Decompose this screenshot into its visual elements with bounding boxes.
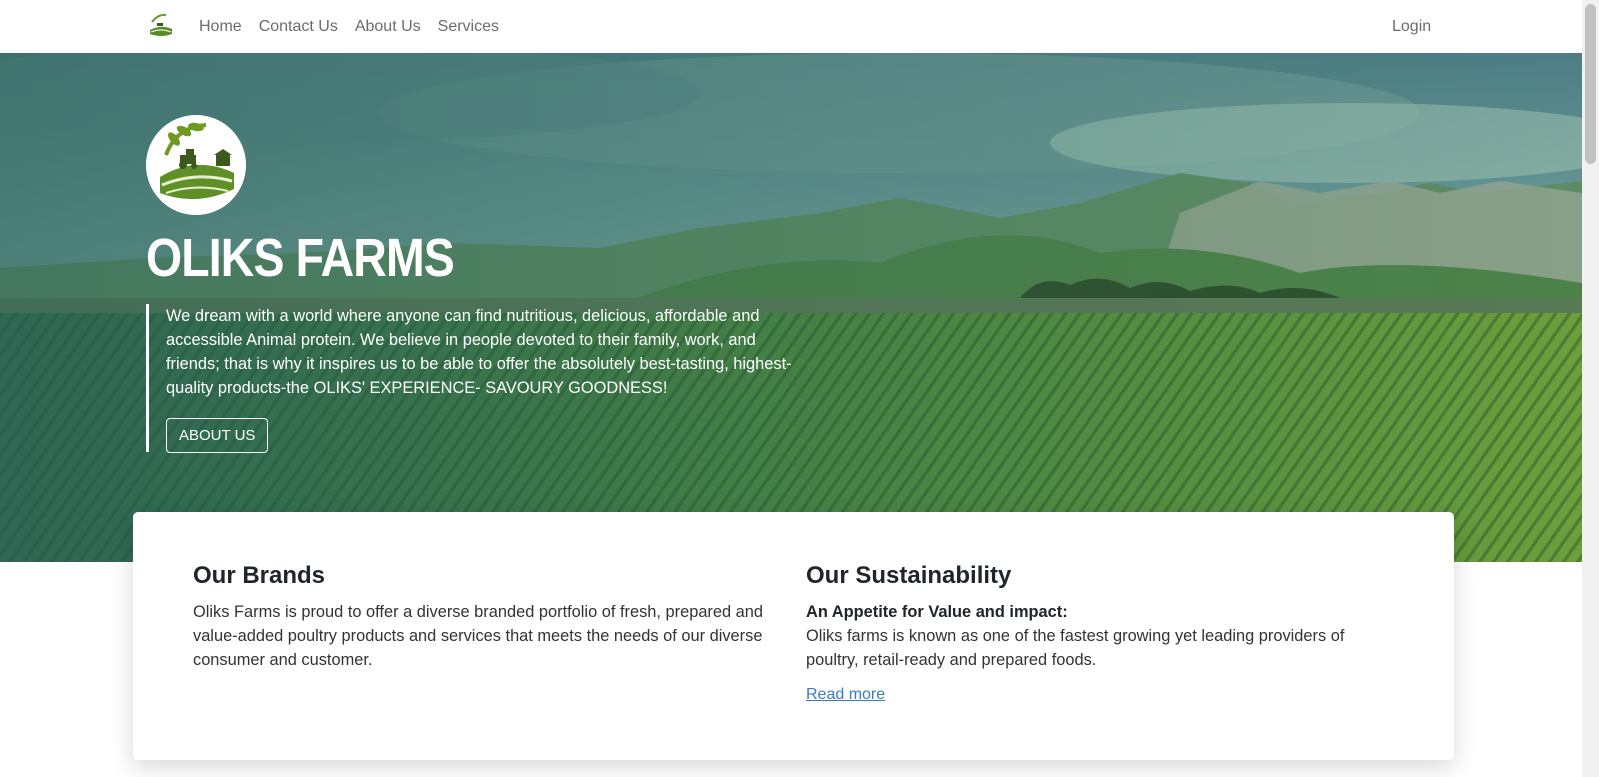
about-us-button[interactable]: ABOUT US	[166, 418, 269, 453]
hero-quote-block: We dream with a world where anyone can f…	[146, 304, 796, 453]
sustainability-subheading: An Appetite for Value and impact:	[806, 603, 1068, 621]
nav-link-home[interactable]: Home	[199, 18, 242, 36]
farm-logo-icon-large	[146, 115, 246, 215]
farm-logo-icon[interactable]	[146, 10, 176, 40]
navbar: Home Contact Us About Us Services Login	[0, 0, 1582, 53]
vertical-scrollbar[interactable]	[1582, 0, 1599, 777]
hero-title: OLIKS FARMS	[146, 228, 455, 288]
nav-links: Home Contact Us About Us Services	[199, 0, 499, 53]
nav-link-services[interactable]: Services	[438, 18, 499, 36]
sustainability-heading: Our Sustainability	[806, 562, 1012, 589]
sustainability-text: Oliks farms is known as one of the faste…	[806, 627, 1345, 669]
info-card: Our Brands Oliks Farms is proud to offer…	[133, 512, 1454, 760]
nav-link-about-us[interactable]: About Us	[355, 18, 421, 36]
scrollbar-thumb[interactable]	[1585, 4, 1596, 164]
brands-column: Our Brands Oliks Farms is proud to offer…	[193, 562, 773, 672]
brands-text: Oliks Farms is proud to offer a diverse …	[193, 603, 764, 669]
hero-section: OLIKS FARMS We dream with a world where …	[0, 53, 1582, 562]
hero-description: We dream with a world where anyone can f…	[166, 307, 792, 397]
read-more-link[interactable]: Read more	[806, 686, 885, 704]
nav-link-contact-us[interactable]: Contact Us	[259, 18, 338, 36]
brands-heading: Our Brands	[193, 562, 326, 589]
sustainability-column: Our Sustainability An Appetite for Value…	[806, 562, 1386, 704]
login-link[interactable]: Login	[1392, 0, 1431, 53]
